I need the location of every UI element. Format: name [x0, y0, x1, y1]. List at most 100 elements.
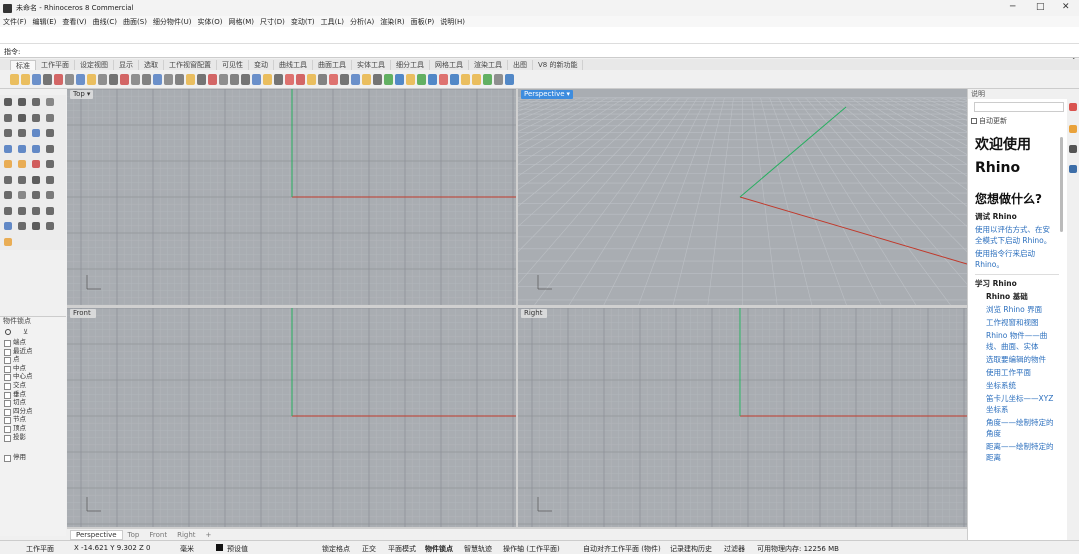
- help-link[interactable]: 使用指令行来启动 Rhino。: [975, 248, 1053, 270]
- close-icon[interactable]: ✕: [1062, 2, 1070, 12]
- viewport-canvas[interactable]: [67, 89, 516, 305]
- toolbar-tool-icon[interactable]: [318, 73, 327, 85]
- viewport-label[interactable]: Top ▾: [70, 90, 94, 99]
- help-link[interactable]: 使用工作平面: [986, 367, 1054, 378]
- left-tool-icon[interactable]: [46, 160, 54, 168]
- toolbar-tool-icon[interactable]: [307, 73, 316, 85]
- display-icon[interactable]: [1069, 145, 1077, 153]
- minimize-icon[interactable]: ─: [1010, 2, 1015, 12]
- menu-item[interactable]: 尺寸(D): [260, 17, 285, 27]
- left-tool-icon[interactable]: [4, 175, 12, 184]
- menu-item[interactable]: 细分物件(U): [153, 17, 192, 27]
- osnap-item[interactable]: 中点: [0, 364, 66, 373]
- left-tool-icon[interactable]: [32, 206, 40, 215]
- toolbar-tool-icon[interactable]: [406, 73, 415, 85]
- toolbar-tool-icon[interactable]: [87, 73, 96, 85]
- viewport-menu-icon[interactable]: ▾: [87, 90, 91, 98]
- toolbar-tool-icon[interactable]: [395, 73, 404, 85]
- target-icon[interactable]: [5, 329, 11, 335]
- osnap-item[interactable]: 交点: [0, 381, 66, 390]
- toolbar-tool-icon[interactable]: [186, 73, 195, 85]
- left-tool-icon[interactable]: [32, 113, 40, 122]
- toggle-grid-snap[interactable]: 锁定格点: [322, 544, 350, 554]
- help-link[interactable]: 角度——绘制特定的角度: [986, 417, 1054, 439]
- status-cplane[interactable]: 工作平面: [26, 544, 54, 554]
- viewport-label[interactable]: Right: [521, 309, 548, 318]
- toggle-ortho[interactable]: 正交: [362, 544, 376, 554]
- left-tool-icon[interactable]: [46, 222, 54, 230]
- left-tool-icon[interactable]: [18, 113, 26, 122]
- menu-item[interactable]: 网格(M): [229, 17, 255, 27]
- viewport-label[interactable]: Front: [70, 309, 96, 318]
- toolbar-tool-icon[interactable]: [164, 73, 173, 85]
- left-tool-icon[interactable]: [18, 191, 26, 199]
- toolbar-tab[interactable]: V8 的新功能: [533, 60, 584, 70]
- menu-item[interactable]: 变动(T): [291, 17, 315, 27]
- help-icon[interactable]: [1069, 165, 1077, 173]
- toolbar-tab[interactable]: 选取: [139, 60, 164, 70]
- help-link[interactable]: 距离——绘制特定的距离: [986, 441, 1054, 463]
- help-link[interactable]: 使用以评估方式、在安全模式下启动 Rhino。: [975, 224, 1053, 246]
- toolbar-tool-icon[interactable]: [296, 73, 305, 85]
- toolbar-tool-icon[interactable]: [241, 73, 250, 85]
- viewport-tab[interactable]: +: [201, 531, 217, 539]
- osnap-item[interactable]: 最近点: [0, 347, 66, 356]
- filter-icon[interactable]: ⊻: [23, 328, 28, 336]
- menu-item[interactable]: 渲染(R): [380, 17, 404, 27]
- toolbar-tab[interactable]: 细分工具: [391, 60, 430, 70]
- left-tool-icon[interactable]: [32, 129, 40, 137]
- toolbar-tool-icon[interactable]: [263, 73, 272, 85]
- toolbar-tool-icon[interactable]: [417, 73, 426, 85]
- toolbar-tool-icon[interactable]: [230, 73, 239, 85]
- help-link[interactable]: 选取要编辑的物件: [986, 354, 1054, 365]
- left-tool-icon[interactable]: [18, 160, 26, 168]
- help-link[interactable]: 笛卡儿坐标——XYZ坐标系: [986, 393, 1054, 415]
- viewport-canvas[interactable]: [518, 89, 967, 305]
- viewport-tab[interactable]: Top: [123, 531, 145, 539]
- left-tool-icon[interactable]: [46, 144, 54, 153]
- osnap-item[interactable]: 四分点: [0, 407, 66, 416]
- left-tool-icon[interactable]: [4, 129, 12, 137]
- viewport-perspective[interactable]: Perspective ▾: [518, 89, 967, 305]
- toolbar-tool-icon[interactable]: [450, 73, 459, 85]
- toggle-autocplane[interactable]: 自动对齐工作平面 (物件): [583, 544, 661, 554]
- osnap-item[interactable]: 点: [0, 355, 66, 364]
- left-tool-icon[interactable]: [18, 222, 26, 230]
- maximize-icon[interactable]: □: [1036, 2, 1045, 12]
- left-tool-icon[interactable]: [18, 175, 26, 184]
- menu-item[interactable]: 编辑(E): [33, 17, 57, 27]
- toggle-gumball[interactable]: 操作轴 (工作平面): [503, 544, 560, 554]
- toolbar-tool-icon[interactable]: [208, 73, 217, 85]
- menu-item[interactable]: 面板(P): [411, 17, 435, 27]
- left-tool-icon[interactable]: [46, 206, 54, 215]
- toolbar-tool-icon[interactable]: [483, 73, 492, 85]
- toolbar-tab[interactable]: 工作平面: [36, 60, 75, 70]
- toolbar-tab[interactable]: 网格工具: [430, 60, 469, 70]
- left-tool-icon[interactable]: [4, 98, 12, 106]
- properties-icon[interactable]: [1069, 103, 1077, 111]
- toolbar-tool-icon[interactable]: [98, 73, 107, 85]
- toggle-smarttrack[interactable]: 智慧轨迹: [464, 544, 492, 554]
- toolbar-tool-icon[interactable]: [197, 73, 206, 85]
- left-tool-icon[interactable]: [18, 206, 26, 215]
- toolbar-tool-icon[interactable]: [43, 73, 52, 85]
- osnap-item[interactable]: 端点: [0, 338, 66, 347]
- left-tool-icon[interactable]: [46, 129, 54, 137]
- toggle-osnap[interactable]: 物件锁点: [425, 544, 453, 554]
- menu-item[interactable]: 文件(F): [3, 17, 27, 27]
- toolbar-tool-icon[interactable]: [351, 73, 360, 85]
- left-tool-icon[interactable]: [4, 191, 12, 199]
- menu-item[interactable]: 分析(A): [350, 17, 374, 27]
- left-tool-icon[interactable]: [32, 222, 40, 230]
- toolbar-tool-icon[interactable]: [494, 73, 503, 85]
- toolbar-tab[interactable]: 曲线工具: [274, 60, 313, 70]
- toolbar-tool-icon[interactable]: [65, 73, 74, 85]
- toolbar-tool-icon[interactable]: [10, 73, 19, 85]
- viewport-right[interactable]: Right: [518, 308, 967, 527]
- left-tool-icon[interactable]: [4, 113, 12, 122]
- toolbar-tool-icon[interactable]: [109, 73, 118, 85]
- toolbar-tool-icon[interactable]: [439, 73, 448, 85]
- help-link[interactable]: 浏览 Rhino 界面: [986, 304, 1054, 315]
- toolbar-tool-icon[interactable]: [285, 73, 294, 85]
- toolbar-tool-icon[interactable]: [76, 73, 85, 85]
